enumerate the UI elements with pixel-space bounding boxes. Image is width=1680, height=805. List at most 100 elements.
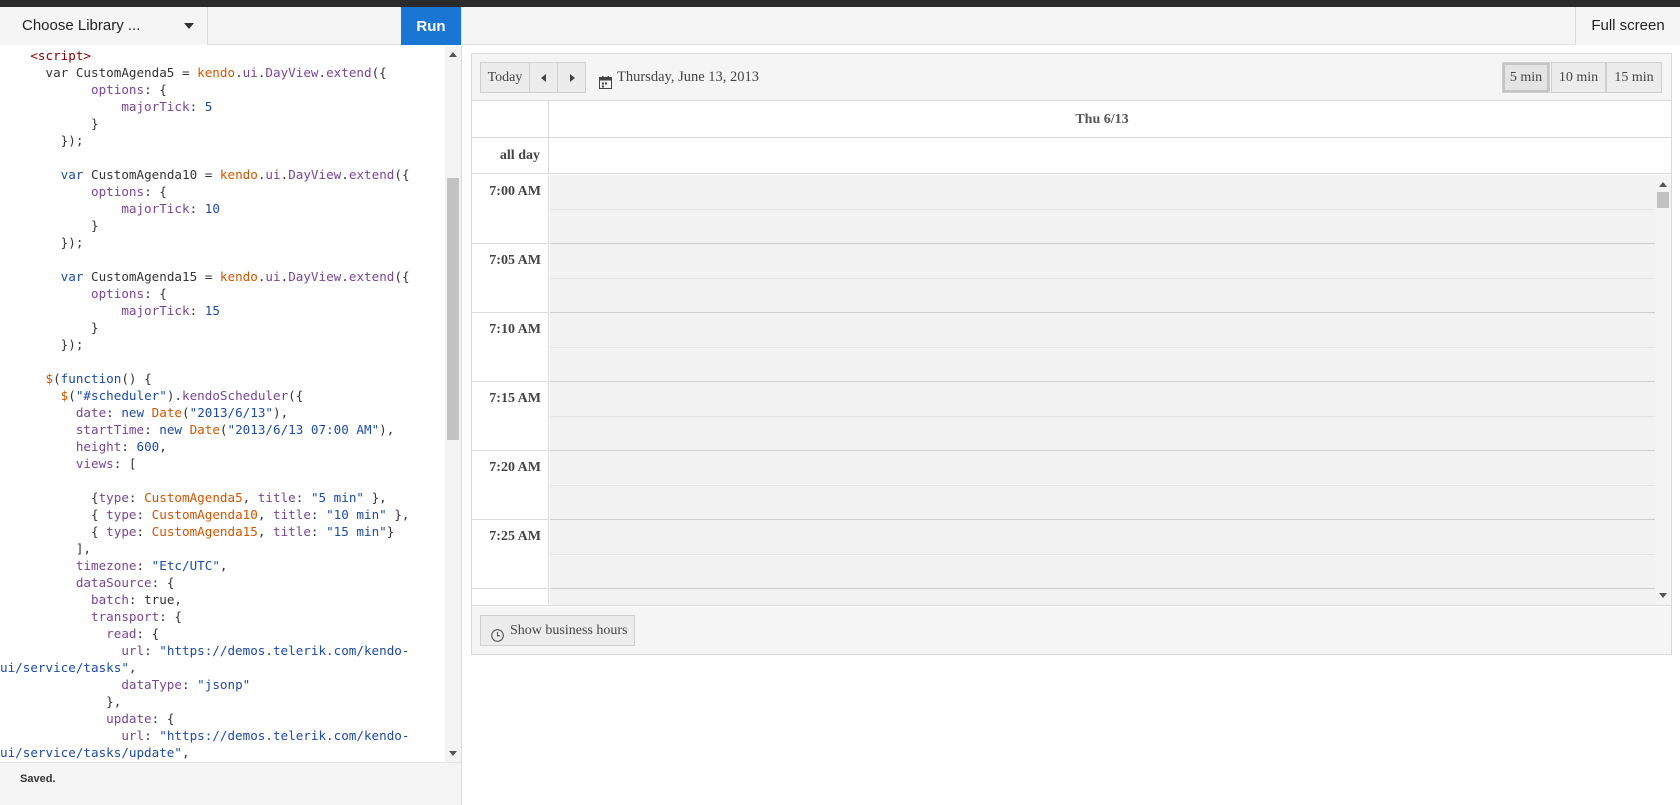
time-slot-cell[interactable] [550, 520, 1655, 555]
code-token: url [0, 728, 145, 743]
code-token: : { [144, 184, 167, 199]
code-token: type [98, 490, 129, 505]
editor-scrollbar-thumb[interactable] [447, 178, 459, 440]
time-slot-text: 7:05 AM [489, 253, 541, 268]
code-line: dataSource: { [0, 574, 445, 591]
today-button[interactable]: Today [480, 62, 530, 93]
view-15-min[interactable]: 15 min [1606, 62, 1662, 93]
time-slot-cell[interactable] [550, 244, 1655, 279]
time-slot-cell[interactable] [550, 210, 1655, 244]
code-token: : [295, 490, 311, 505]
time-slot-cell[interactable] [550, 555, 1655, 589]
current-date-picker[interactable]: Thursday, June 13, 2013 [599, 62, 759, 93]
time-slot-cell[interactable] [550, 451, 1655, 486]
code-token: { [0, 507, 107, 522]
code-token: . [235, 65, 243, 80]
code-token: ({ [288, 388, 304, 403]
next-button[interactable] [557, 62, 586, 93]
code-token: : { [144, 286, 167, 301]
save-status: Saved. [20, 773, 56, 785]
code-token: CustomAgenda5 [144, 490, 243, 505]
code-line: $("#scheduler").kendoScheduler({ [0, 387, 445, 404]
time-slot-cell[interactable] [550, 417, 1655, 451]
editor-status-bar: Saved. [0, 762, 461, 805]
code-token: CustomAgenda15 = [91, 269, 220, 284]
code-token: type [106, 507, 137, 522]
code-line: ui/service/tasks", [0, 659, 445, 676]
code-line: }); [0, 132, 445, 149]
code-token: , [174, 592, 183, 607]
code-token: "https://demos.telerik.com/kendo- [159, 643, 410, 658]
code-token: : { [144, 82, 167, 97]
view-10-min[interactable]: 10 min [1551, 62, 1606, 93]
code-token: CustomAgenda15 [151, 524, 258, 539]
code-token: function [60, 371, 122, 386]
code-line: <script> [0, 47, 445, 64]
code-line: startTime: new Date("2013/6/13 07:00 AM"… [0, 421, 445, 438]
time-slot-cell[interactable] [550, 382, 1655, 417]
code-editor[interactable]: <script> var CustomAgenda5 = kendo.ui.Da… [0, 46, 445, 762]
window-top-strip [0, 0, 1680, 7]
code-token: views [0, 456, 114, 471]
all-day-row[interactable]: all day [472, 138, 1671, 174]
code-token: ], [0, 541, 91, 556]
code-token: ), [379, 422, 395, 437]
time-slot-cell[interactable] [550, 279, 1655, 313]
code-token: }); [0, 235, 84, 250]
time-slot-cell[interactable] [550, 486, 1655, 520]
show-business-hours-button[interactable]: Show business hours [480, 615, 635, 646]
code-token: ( [68, 388, 76, 403]
time-slot-cell[interactable] [550, 313, 1655, 348]
time-slot-text: 7:10 AM [489, 322, 541, 337]
editor-scrollbar[interactable] [445, 46, 461, 762]
scroll-down-arrow-icon[interactable] [449, 751, 457, 756]
scroll-up-arrow-icon[interactable] [1659, 182, 1667, 187]
code-line: url: "https://demos.telerik.com/kendo- [0, 727, 445, 744]
time-slot-cell[interactable] [550, 175, 1655, 210]
time-slot-text: 7:20 AM [489, 460, 541, 475]
code-token: } [0, 320, 99, 335]
code-token: . [318, 65, 327, 80]
code-token: Date [189, 422, 220, 437]
scheduler-scrollbar-thumb[interactable] [1657, 192, 1669, 208]
code-token: ({ [394, 167, 410, 182]
scheduler-scrollbar[interactable] [1655, 175, 1671, 605]
code-token: extend [326, 65, 372, 80]
code-token: . [341, 167, 349, 182]
code-token: ), [273, 405, 289, 420]
code-token: }); [0, 133, 84, 148]
code-token: kendo [219, 269, 258, 284]
code-token: : { [159, 609, 182, 624]
code-line: $(function() { [0, 370, 445, 387]
time-column: 7:00 AM 7:05 AM 7:10 AM 7:15 AM 7:20 AM 7:25 … [472, 175, 549, 605]
code-token: . [341, 269, 349, 284]
choose-library-dropdown[interactable]: Choose Library ... [0, 7, 208, 45]
previous-button[interactable] [529, 62, 558, 93]
full-screen-button[interactable]: Full screen [1575, 7, 1680, 45]
code-token: url [0, 643, 145, 658]
scroll-down-arrow-icon[interactable] [1659, 593, 1667, 598]
code-token: ({ [371, 65, 387, 80]
scroll-up-arrow-icon[interactable] [449, 52, 457, 57]
code-token: dataSource [0, 575, 152, 590]
run-button[interactable]: Run [401, 7, 461, 45]
code-token: "#scheduler" [75, 388, 167, 403]
code-line: timezone: "Etc/UTC", [0, 557, 445, 574]
view-5-min[interactable]: 5 min [1502, 62, 1550, 93]
choose-library-label: Choose Library ... [22, 17, 141, 34]
day-header: Thu 6/13 [472, 101, 1671, 138]
day-title: Thu 6/13 [1075, 112, 1129, 127]
code-line: read: { [0, 625, 445, 642]
code-token: 10 [204, 201, 220, 216]
code-token: options [0, 286, 145, 301]
code-token: height [0, 439, 122, 454]
code-token: true [144, 592, 175, 607]
time-slot-text: 7:25 AM [489, 529, 541, 544]
code-token: DayView [265, 65, 319, 80]
code-token: , [181, 745, 190, 760]
code-token: ui [265, 269, 281, 284]
time-slot-cell[interactable] [550, 348, 1655, 382]
